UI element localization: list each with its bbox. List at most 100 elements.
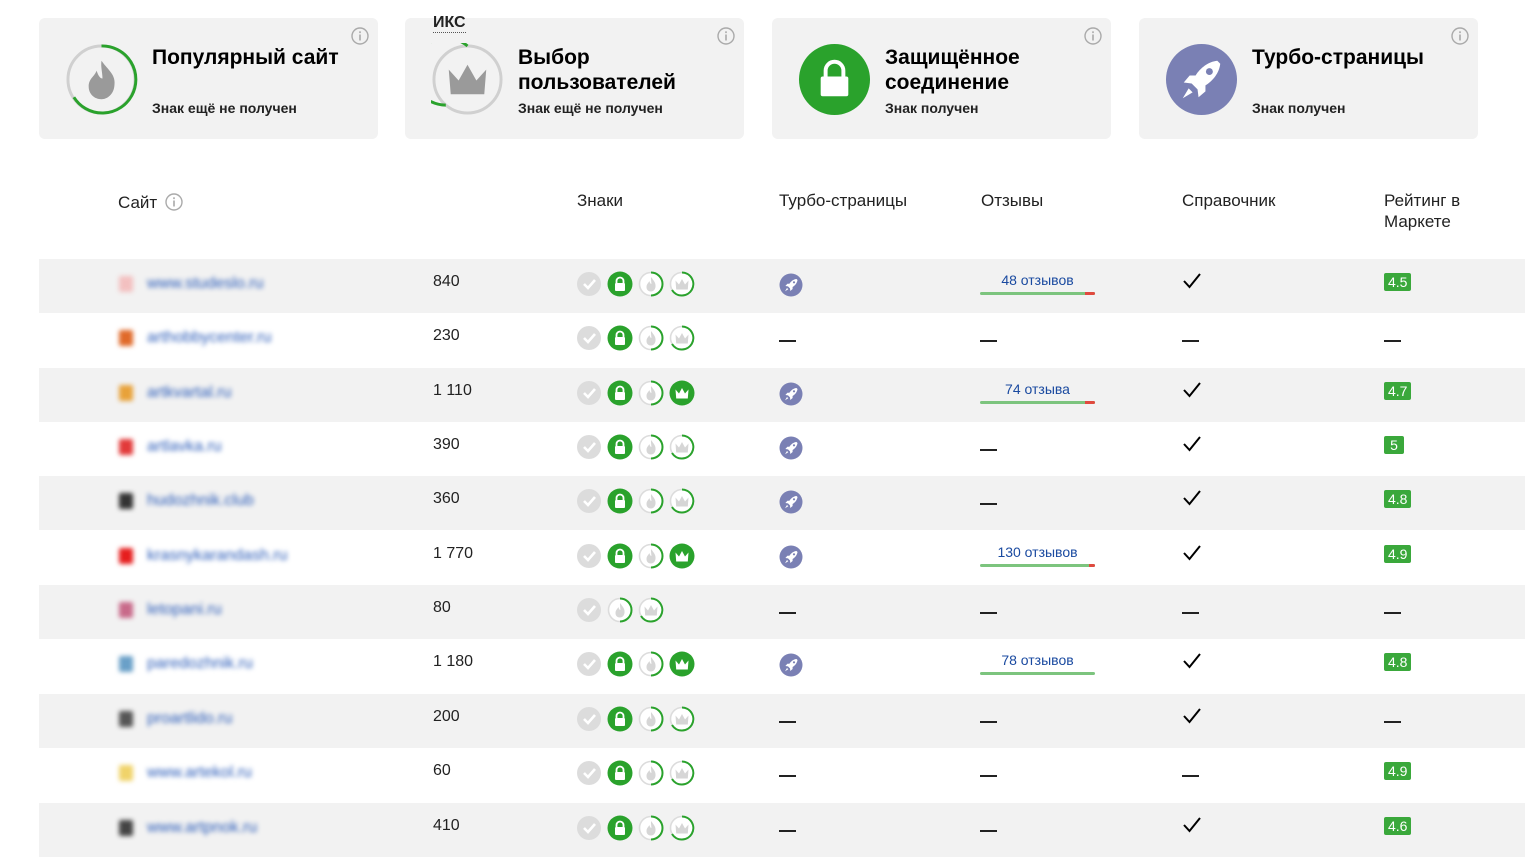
reviews-empty-dash — [980, 503, 997, 505]
crown-icon[interactable] — [669, 325, 695, 351]
check-circle-icon[interactable] — [576, 815, 602, 841]
table-row: www.studeslo.ru 840 48 отзывов 4.5 — [39, 259, 1525, 313]
site-link[interactable]: proartlido.ru — [117, 708, 307, 730]
info-icon[interactable] — [351, 27, 369, 45]
flame-icon[interactable] — [638, 434, 664, 460]
check-circle-icon[interactable] — [576, 434, 602, 460]
lock-icon[interactable] — [607, 543, 633, 569]
site-domain: artkvartal.ru — [147, 384, 232, 401]
market-rating-badge[interactable]: 4.9 — [1384, 545, 1412, 563]
crown-icon[interactable] — [669, 651, 695, 677]
flame-icon[interactable] — [638, 488, 664, 514]
lock-icon[interactable] — [607, 706, 633, 732]
rating-empty-dash — [1384, 612, 1401, 614]
lock-icon[interactable] — [607, 488, 633, 514]
rocket-icon[interactable] — [779, 490, 803, 514]
market-rating-badge[interactable]: 4.6 — [1384, 817, 1412, 835]
crown-icon[interactable] — [669, 706, 695, 732]
directory-empty-dash — [1182, 612, 1199, 614]
flame-icon[interactable] — [638, 815, 664, 841]
reviews-sentiment-bar — [980, 401, 1095, 404]
iks-value: 840 — [433, 273, 460, 290]
site-link[interactable]: arthobbycenter.ru — [117, 327, 307, 349]
table-row: hudozhnik.club 360 4.8 — [39, 476, 1525, 530]
flame-icon[interactable] — [638, 760, 664, 786]
site-link[interactable]: paredozhnik.ru — [117, 653, 307, 675]
rocket-icon[interactable] — [779, 273, 803, 297]
check-circle-icon[interactable] — [576, 706, 602, 732]
reviews-link[interactable]: 48 отзывов — [980, 272, 1095, 288]
site-link[interactable]: www.artpnok.ru — [117, 817, 307, 839]
lock-icon[interactable] — [607, 271, 633, 297]
crown-icon[interactable] — [669, 380, 695, 406]
table-row: www.artekol.ru 60 4.9 — [39, 748, 1525, 802]
site-link[interactable]: www.studeslo.ru — [117, 273, 307, 295]
market-rating-badge[interactable]: 5 — [1384, 436, 1404, 454]
market-rating-badge[interactable]: 4.8 — [1384, 653, 1412, 671]
turbo-empty-dash — [779, 721, 796, 723]
flame-icon[interactable] — [638, 325, 664, 351]
badge-title: Турбо-страницы — [1252, 46, 1424, 69]
reviews-link[interactable]: 130 отзывов — [980, 544, 1095, 560]
site-link[interactable]: letopani.ru — [117, 599, 307, 621]
flame-icon[interactable] — [638, 543, 664, 569]
flame-icon[interactable] — [607, 597, 633, 623]
check-circle-icon[interactable] — [576, 380, 602, 406]
rating-empty-dash — [1384, 340, 1401, 342]
lock-icon[interactable] — [607, 651, 633, 677]
lock-icon[interactable] — [607, 380, 633, 406]
favicon — [119, 656, 133, 672]
check-circle-icon[interactable] — [576, 543, 602, 569]
flame-icon[interactable] — [638, 651, 664, 677]
iks-value: 200 — [433, 708, 460, 725]
check-circle-icon[interactable] — [576, 760, 602, 786]
lock-icon[interactable] — [607, 325, 633, 351]
crown-icon[interactable] — [669, 760, 695, 786]
lock-icon[interactable] — [607, 434, 633, 460]
flame-icon[interactable] — [638, 271, 664, 297]
info-icon[interactable] — [165, 193, 183, 211]
crown-icon[interactable] — [638, 597, 664, 623]
crown-icon[interactable] — [669, 488, 695, 514]
market-rating-badge[interactable]: 4.7 — [1384, 382, 1412, 400]
flame-icon[interactable] — [638, 380, 664, 406]
site-link[interactable]: hudozhnik.club — [117, 490, 307, 512]
favicon — [119, 602, 133, 618]
column-header-site-label: Сайт — [118, 193, 158, 212]
check-circle-icon[interactable] — [576, 597, 602, 623]
reviews-empty-dash — [980, 721, 997, 723]
site-link[interactable]: artlavka.ru — [117, 436, 307, 458]
info-icon[interactable] — [1084, 27, 1102, 45]
reviews-cell: 74 отзыва — [980, 381, 1095, 407]
crown-icon[interactable] — [669, 815, 695, 841]
info-icon[interactable] — [1451, 27, 1469, 45]
market-rating-badge[interactable]: 4.9 — [1384, 762, 1412, 780]
rocket-icon[interactable] — [779, 436, 803, 460]
rocket-icon[interactable] — [779, 653, 803, 677]
market-rating-badge[interactable]: 4.5 — [1384, 273, 1412, 291]
check-circle-icon[interactable] — [576, 488, 602, 514]
site-domain: paredozhnik.ru — [147, 655, 253, 672]
site-link[interactable]: krasnykarandash.ru — [117, 545, 307, 567]
flame-icon[interactable] — [638, 706, 664, 732]
check-circle-icon[interactable] — [576, 271, 602, 297]
checkmark-icon — [1183, 708, 1201, 724]
crown-icon[interactable] — [669, 434, 695, 460]
rocket-icon[interactable] — [779, 382, 803, 406]
lock-icon[interactable] — [607, 760, 633, 786]
site-link[interactable]: www.artekol.ru — [117, 762, 307, 784]
lock-icon[interactable] — [607, 815, 633, 841]
info-icon[interactable] — [717, 27, 735, 45]
check-circle-icon[interactable] — [576, 651, 602, 677]
crown-icon[interactable] — [669, 271, 695, 297]
site-link[interactable]: artkvartal.ru — [117, 382, 307, 404]
table-row: letopani.ru 80 — [39, 585, 1525, 639]
check-circle-icon[interactable] — [576, 325, 602, 351]
signs-cell — [576, 380, 706, 406]
market-rating-badge[interactable]: 4.8 — [1384, 490, 1412, 508]
reviews-link[interactable]: 74 отзыва — [980, 381, 1095, 397]
crown-icon[interactable] — [669, 543, 695, 569]
rocket-icon[interactable] — [779, 545, 803, 569]
column-header-iks[interactable]: ИКС — [433, 14, 466, 33]
reviews-link[interactable]: 78 отзывов — [980, 652, 1095, 668]
